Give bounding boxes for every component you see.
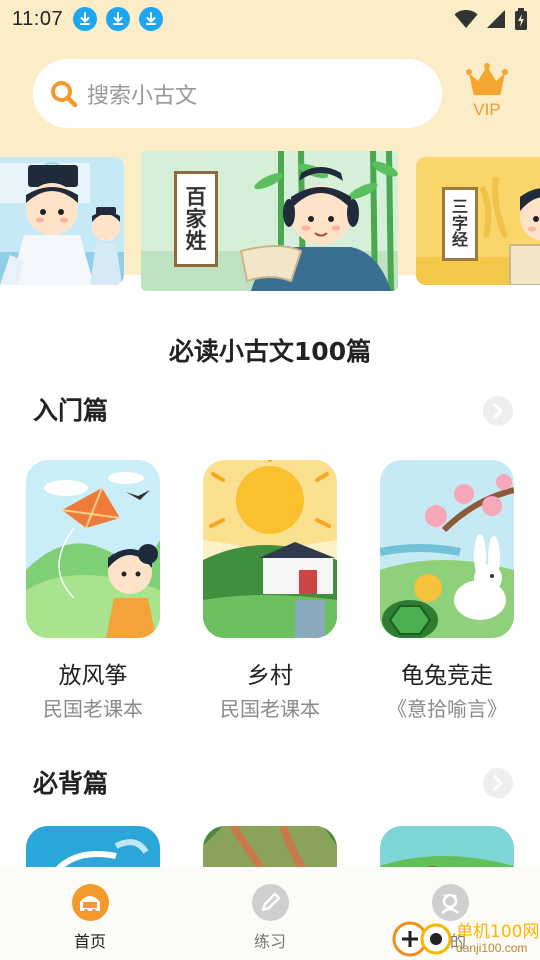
watermark: 单机100网 danji100.com [392,915,540,960]
chevron-right-icon [493,403,503,419]
wifi-icon [454,10,478,28]
download-icon [106,7,131,31]
system-status [454,8,528,30]
notification-icons [73,7,164,31]
banner-left-illustration [0,157,124,285]
watermark-text: 单机100网 [456,922,540,942]
banner-left[interactable] [0,157,124,285]
section-more-button[interactable] [483,396,513,426]
download-icon [73,7,98,31]
section-title-intro: 入门篇 [33,396,109,425]
section-title-recite: 必背篇 [33,769,109,798]
lesson-cover-image [26,460,160,638]
lesson-source: 《意拾喻言》 [387,697,507,721]
plaque-char: 经 [451,230,468,250]
pencil-icon [251,884,289,921]
signal-icon [487,10,505,28]
lesson-title: 乡村 [247,663,293,689]
nav-practice[interactable]: 练习 [180,867,360,960]
banner-right-illustration [416,157,540,285]
lesson-title: 龟兔竞走 [401,663,493,689]
vip-button[interactable]: VIP [463,62,511,120]
chevron-right-icon [493,775,503,791]
lesson-source: 民国老课本 [220,697,320,721]
vip-label: VIP [473,100,501,119]
download-icon [139,7,164,31]
lesson-card[interactable]: 乡村 民国老课本 [203,460,337,721]
lesson-card[interactable]: 龟兔竞走 《意拾喻言》 [380,460,514,721]
lesson-source: 民国老课本 [43,697,143,721]
search-icon [51,80,78,107]
nav-practice-label: 练习 [253,932,286,951]
home-icon [71,884,109,921]
plaque-char: 百 [185,183,207,209]
lesson-title: 放风筝 [58,663,128,689]
section-more-button[interactable] [483,768,513,798]
plaque-char: 姓 [185,228,207,254]
banner-baijiaxing[interactable]: 百 家 姓 [141,151,398,291]
lesson-cover-image [203,460,337,638]
crown-icon [466,63,508,95]
banner-sanzijing[interactable]: 三 字 经 [416,157,540,285]
battery-icon [515,8,527,30]
baijiaxing-plaque: 百 家 姓 [174,171,218,267]
plaque-char: 家 [185,205,207,231]
status-bar: 11:07 [0,0,540,38]
page-title: 必读小古文100篇 [168,337,372,366]
watermark-url: danji100.com [456,941,528,955]
search-placeholder: 搜索小古文 [87,83,198,109]
sanzijing-plaque: 三 字 经 [442,187,478,261]
lesson-card[interactable]: 放风筝 民国老课本 [26,460,160,721]
status-time: 11:07 [12,7,64,30]
search-input[interactable]: 搜索小古文 [33,59,442,128]
nav-home-label: 首页 [73,932,106,951]
nav-home[interactable]: 首页 [0,867,180,960]
watermark-logo [392,921,452,957]
lesson-cover-image [380,460,514,638]
